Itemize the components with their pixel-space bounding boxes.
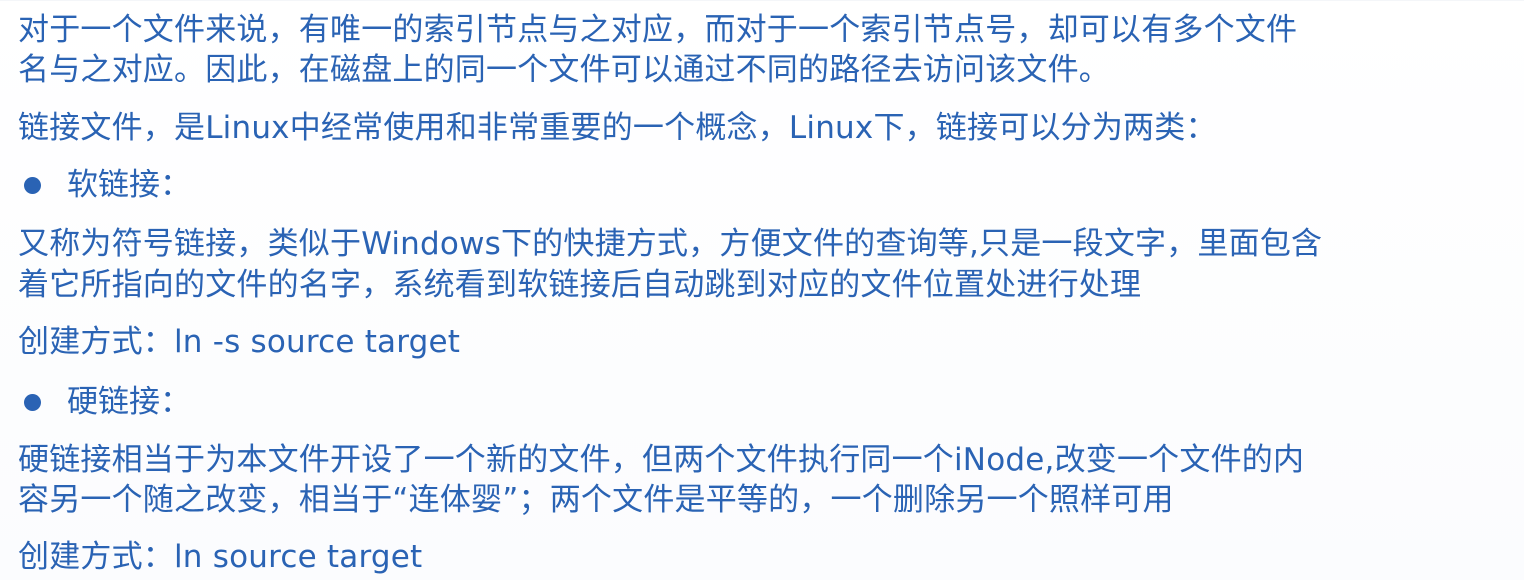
hard-link-desc-line-2: 容另一个随之改变，相当于“连体婴”；两个文件是平等的，一个删除另一个照样可用 bbox=[18, 482, 1174, 518]
top-edge bbox=[0, 0, 1524, 1]
hard-link-desc-line-1: 硬链接相当于为本文件开设了一个新的文件，但两个文件执行同一个iNode,改变一个… bbox=[18, 442, 1305, 478]
bullet-icon bbox=[24, 176, 41, 194]
soft-link-heading-label: 软链接： bbox=[67, 167, 191, 203]
intro-line-1: 对于一个文件来说，有唯一的索引节点与之对应，而对于一个索引节点号，却可以有多个文… bbox=[18, 12, 1298, 48]
soft-link-heading: 软链接： bbox=[18, 166, 191, 204]
document-slide: 对于一个文件来说，有唯一的索引节点与之对应，而对于一个索引节点号，却可以有多个文… bbox=[0, 0, 1524, 580]
soft-link-desc-line-2: 着它所指向的文件的名字，系统看到软链接后自动跳到对应的文件位置处进行处理 bbox=[18, 267, 1142, 303]
hard-link-heading: 硬链接： bbox=[18, 383, 191, 421]
soft-link-desc-line-1: 又称为符号链接，类似于Windows下的快捷方式，方便文件的查询等,只是一段文字… bbox=[18, 226, 1323, 262]
intro-line-2: 名与之对应。因此，在磁盘上的同一个文件可以通过不同的路径去访问该文件。 bbox=[18, 52, 1110, 88]
soft-link-create: 创建方式：ln -s source target bbox=[18, 324, 461, 360]
bullet-icon bbox=[24, 393, 41, 411]
hard-link-heading-label: 硬链接： bbox=[67, 384, 191, 420]
link-intro-line: 链接文件，是Linux中经常使用和非常重要的一个概念，Linux下，链接可以分为… bbox=[18, 110, 1217, 146]
hard-link-create: 创建方式：ln source target bbox=[18, 539, 423, 575]
